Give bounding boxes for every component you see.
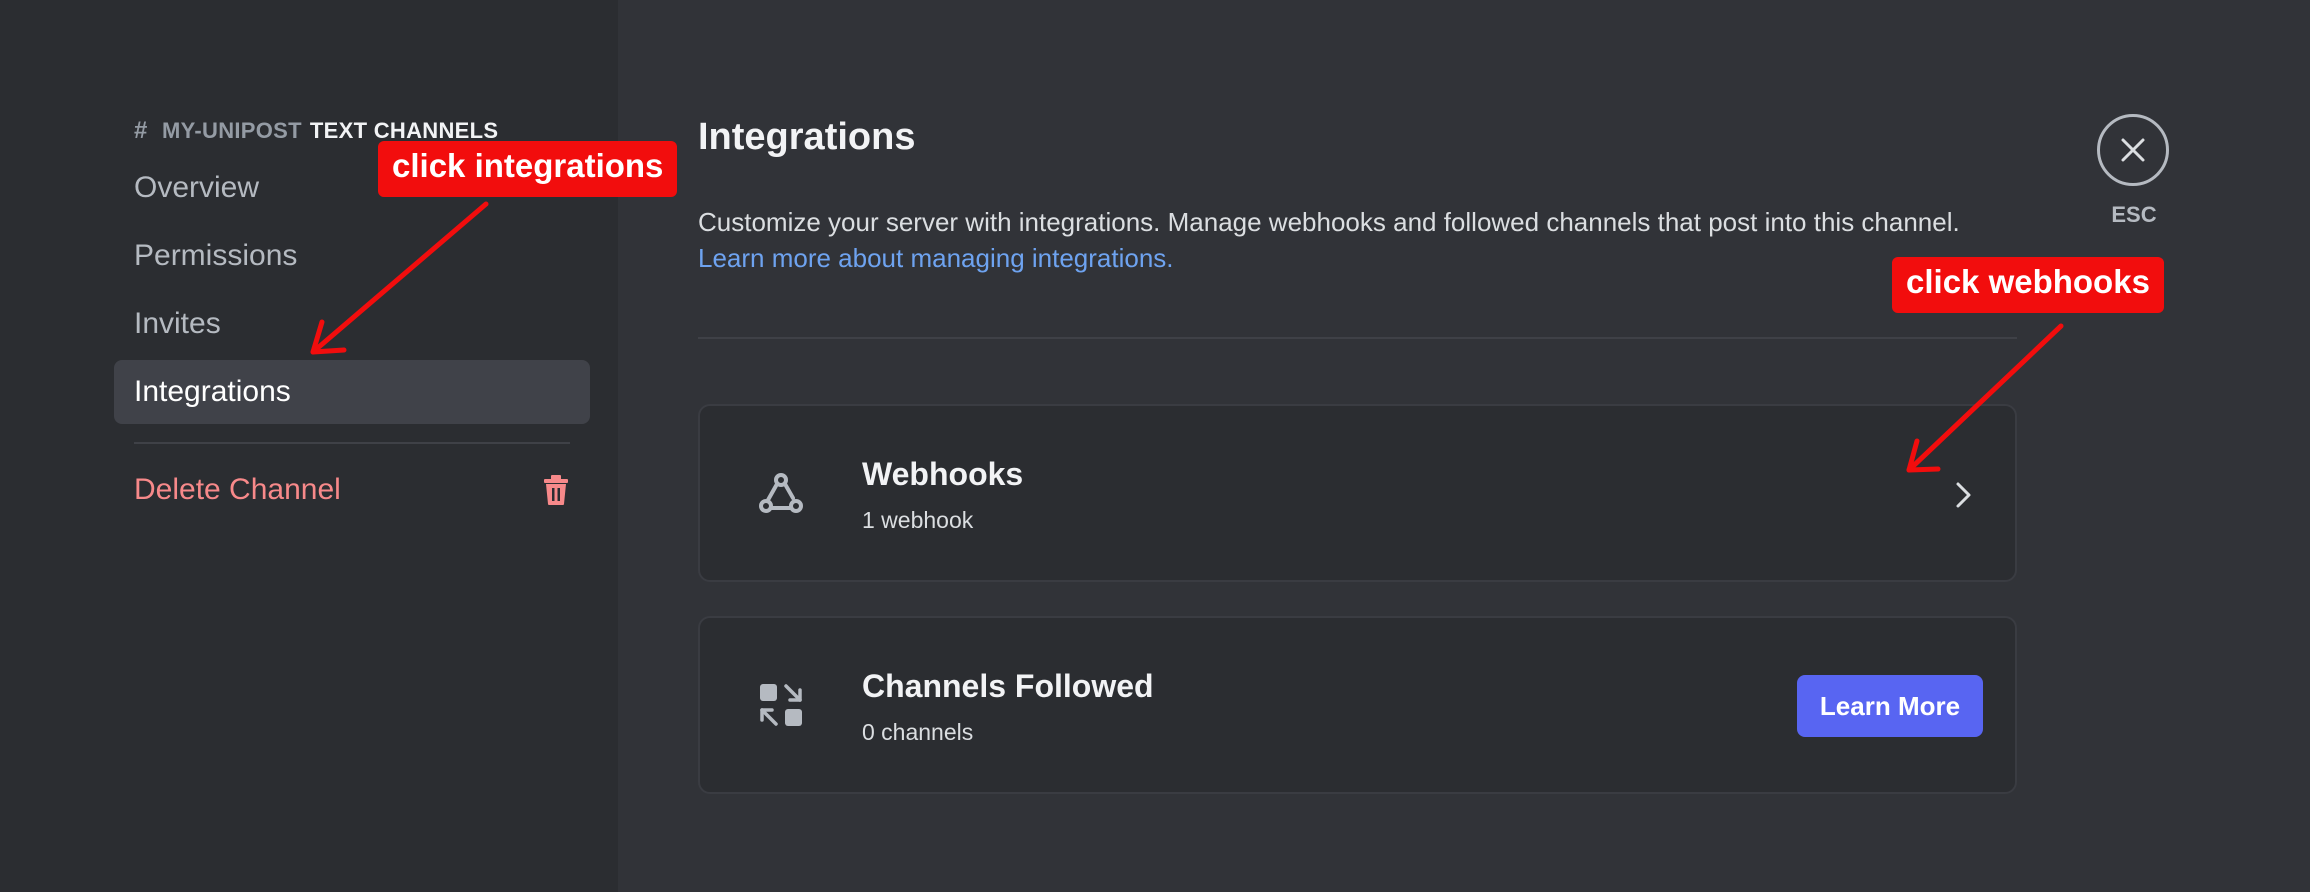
sidebar-item-label: Overview <box>134 171 260 204</box>
chevron-right-icon <box>1956 482 1971 508</box>
sidebar-divider <box>134 442 570 444</box>
channels-followed-count: 0 channels <box>862 719 974 745</box>
channel-name: MY-UNIPOST <box>162 118 302 143</box>
settings-sidebar: # MY-UNIPOST TEXT CHANNELS Overview Perm… <box>0 0 618 892</box>
webhooks-card[interactable]: Webhooks 1 webhook <box>698 404 2017 582</box>
close-control: ESC <box>2097 114 2171 228</box>
close-button[interactable] <box>2097 114 2169 186</box>
channels-followed-card: Channels Followed 0 channels Learn More <box>698 616 2017 794</box>
sidebar-item-label: Permissions <box>134 239 298 272</box>
settings-window: # MY-UNIPOST TEXT CHANNELS Overview Perm… <box>0 0 2310 892</box>
description-text: Customize your server with integrations.… <box>698 207 1960 237</box>
webhook-icon <box>759 473 803 513</box>
channels-followed-icon <box>760 684 802 726</box>
sidebar-item-label: Integrations <box>134 375 291 408</box>
sidebar-item-label: Invites <box>134 307 221 340</box>
settings-content: Integrations Customize your server with … <box>618 0 2310 892</box>
webhooks-title: Webhooks <box>862 456 1024 492</box>
sidebar-item-permissions[interactable]: Permissions <box>114 224 590 288</box>
delete-channel-button[interactable]: Delete Channel <box>114 458 590 522</box>
webhooks-text: Webhooks 1 webhook <box>862 456 1023 534</box>
channels-followed-title: Channels Followed <box>862 668 1154 704</box>
sidebar-item-invites[interactable]: Invites <box>114 292 590 356</box>
sidebar-nav: Overview Permissions Invites Integration… <box>114 156 590 526</box>
channels-followed-text: Channels Followed 0 channels <box>862 668 1154 746</box>
page-description: Customize your server with integrations.… <box>698 204 2058 276</box>
delete-channel-label: Delete Channel <box>134 473 341 506</box>
learn-more-link[interactable]: Learn more about managing integrations. <box>698 240 2058 276</box>
annotation-click-integrations: click integrations <box>378 141 678 197</box>
sidebar-item-integrations[interactable]: Integrations <box>114 360 590 424</box>
hashtag-icon: # <box>134 117 148 144</box>
content-divider <box>698 337 2017 339</box>
learn-more-button[interactable]: Learn More <box>1797 675 1983 737</box>
close-icon <box>2121 138 2145 162</box>
esc-label: ESC <box>2111 202 2157 227</box>
webhooks-count: 1 webhook <box>862 507 974 533</box>
trash-icon <box>544 475 568 505</box>
annotation-click-webhooks: click webhooks <box>1892 257 2164 313</box>
page-title: Integrations <box>698 116 916 158</box>
